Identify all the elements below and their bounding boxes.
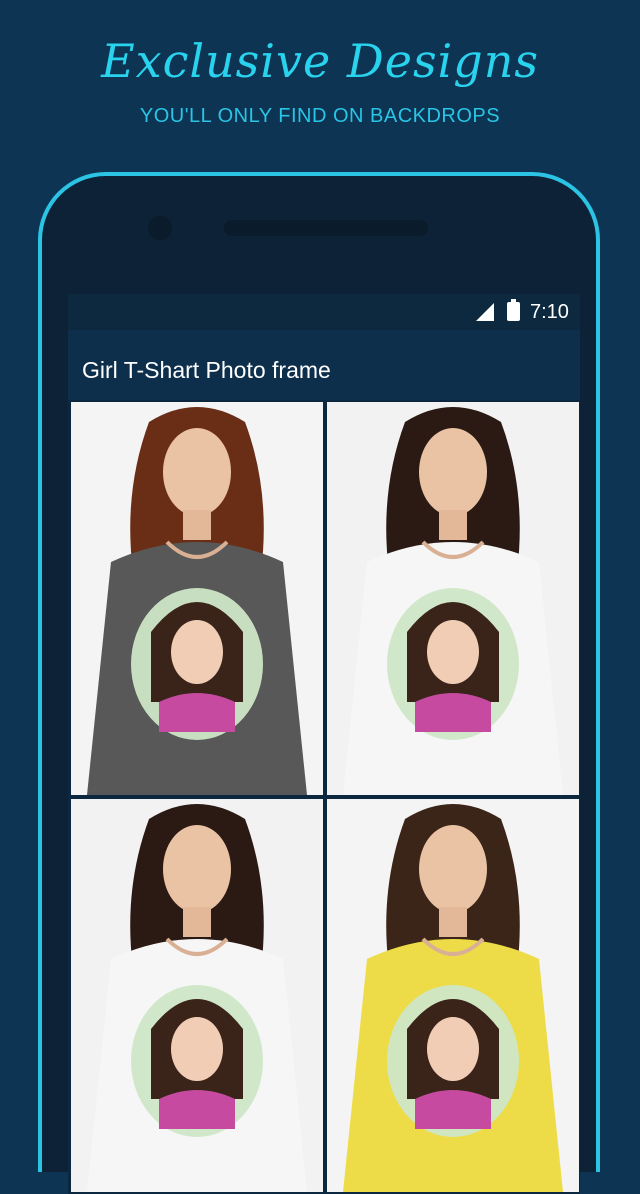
front-camera	[148, 216, 172, 240]
promo-headline: Exclusive Designs	[101, 34, 539, 88]
cell-signal-icon	[476, 303, 494, 321]
frame-thumbnail	[71, 402, 323, 795]
status-bar: 7:10	[68, 294, 580, 330]
frame-white-tee-biker[interactable]	[327, 402, 579, 795]
phone-screen: 7:10 Girl T-Shart Photo frame	[68, 294, 580, 1194]
promo-tagline: YOU'LL ONLY FIND ON BACKDROPS	[139, 105, 501, 127]
frame-thumbnail	[71, 799, 323, 1192]
frame-white-tee-santa[interactable]	[71, 799, 323, 1192]
frame-thumbnail	[327, 402, 579, 795]
status-time: 7:10	[530, 301, 569, 323]
frame-grey-longsleeve[interactable]	[71, 402, 323, 795]
frame-thumbnail	[327, 799, 579, 1192]
app-title: Girl T-Shart Photo frame	[82, 357, 331, 383]
app-bar: Girl T-Shart Photo frame	[68, 330, 580, 400]
earpiece-speaker	[224, 220, 428, 236]
frame-grid	[68, 400, 580, 1194]
phone-frame: 7:10 Girl T-Shart Photo frame	[38, 172, 600, 1194]
battery-icon	[507, 299, 520, 321]
frame-yellow-tee-flowers[interactable]	[327, 799, 579, 1192]
